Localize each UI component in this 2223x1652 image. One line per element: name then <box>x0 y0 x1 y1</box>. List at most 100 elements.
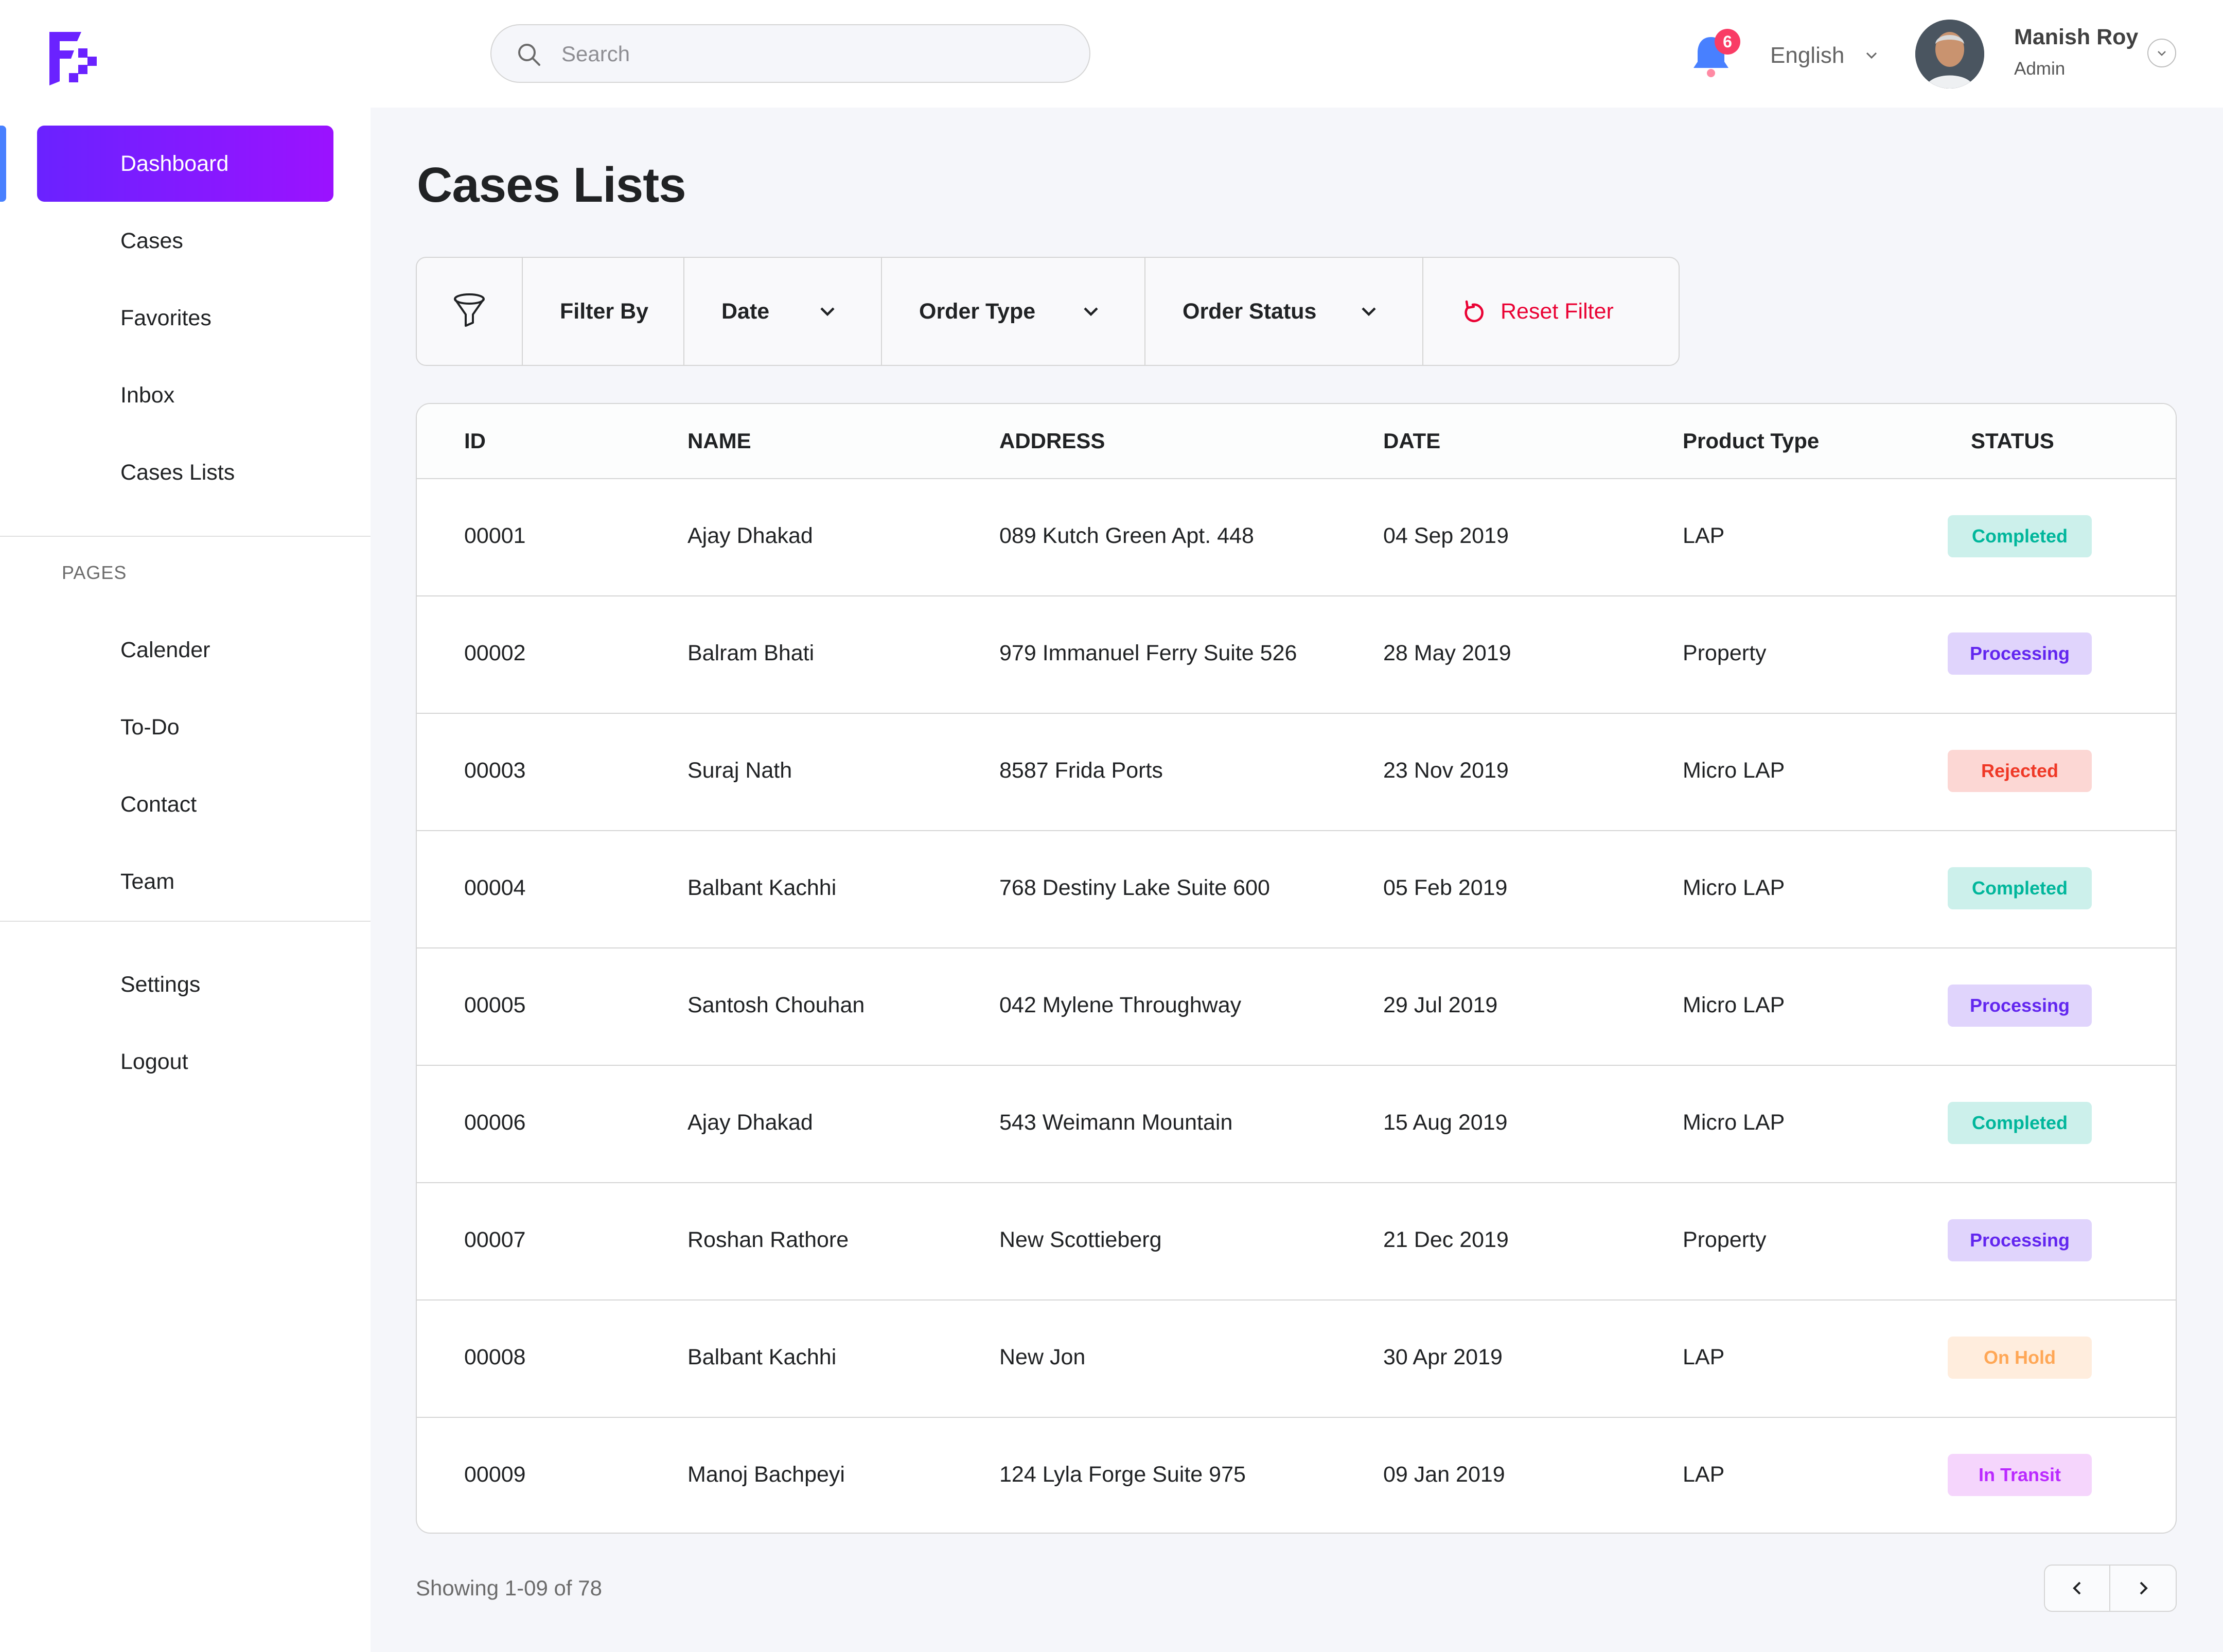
sidebar: Dashboard Cases Favorites Inbox Cases Li… <box>0 108 370 1652</box>
cell-address: 8587 Frida Ports <box>999 758 1163 783</box>
sidebar-item-settings[interactable]: Settings <box>37 946 333 1023</box>
cell-product-type: Micro LAP <box>1683 758 1785 783</box>
cell-address: 089 Kutch Green Apt. 448 <box>999 523 1254 548</box>
status-badge: Completed <box>1948 1102 2092 1144</box>
status-badge: Processing <box>1948 632 2092 675</box>
filter-by-label: Filter By <box>523 258 684 365</box>
pagination-summary: Showing 1-09 of 78 <box>416 1576 602 1600</box>
page-title: Cases Lists <box>417 157 686 213</box>
cell-id: 00009 <box>464 1462 526 1487</box>
table-row[interactable]: 00005 Santosh Chouhan 042 Mylene Throughwa… <box>417 948 2176 1066</box>
sidebar-item-dashboard[interactable]: Dashboard <box>37 126 333 202</box>
table-row[interactable]: 00001 Ajay Dhakad 089 Kutch Green Apt. 448… <box>417 479 2176 596</box>
cell-id: 00002 <box>464 641 526 665</box>
status-badge: Completed <box>1948 515 2092 557</box>
language-selector[interactable]: English <box>1770 41 1879 70</box>
filter-icon-cell <box>417 258 523 365</box>
cell-product-type: LAP <box>1683 1462 1725 1487</box>
order-status-dropdown[interactable]: Order Status <box>1145 258 1423 365</box>
top-bar: 6 English Manish Roy Admin <box>0 0 2223 108</box>
sidebar-item-cases[interactable]: Cases <box>37 203 333 279</box>
cell-name: Balram Bhati <box>687 641 815 665</box>
sidebar-divider <box>0 536 370 537</box>
table-row[interactable]: 00006 Ajay Dhakad 543 Weimann Mountain 15 A… <box>417 1066 2176 1183</box>
table-row[interactable]: 00003 Suraj Nath 8587 Frida Ports 23 Nov 20… <box>417 714 2176 831</box>
sidebar-item-inbox[interactable]: Inbox <box>37 357 333 433</box>
cell-address: 543 Weimann Mountain <box>999 1110 1233 1135</box>
cell-product-type: Micro LAP <box>1683 875 1785 900</box>
chevron-down-icon <box>2158 51 2166 56</box>
user-menu-button[interactable] <box>2147 39 2176 67</box>
cell-id: 00005 <box>464 993 526 1017</box>
status-badge: Completed <box>1948 867 2092 909</box>
cell-address: 979 Immanuel Ferry Suite 526 <box>999 641 1297 665</box>
table-row[interactable]: 00008 Balbant Kachhi New Jon 30 Apr 2019 LAP… <box>417 1300 2176 1418</box>
column-header-id[interactable]: ID <box>464 429 486 453</box>
sidebar-item-calender[interactable]: Calender <box>37 612 333 688</box>
pagination-controls <box>2044 1565 2177 1612</box>
cell-id: 00001 <box>464 523 526 548</box>
next-page-button[interactable] <box>2110 1566 2176 1611</box>
table-row[interactable]: 00004 Balbant Kachhi 768 Destiny Lake Suit… <box>417 831 2176 948</box>
column-header-date[interactable]: DATE <box>1383 429 1440 453</box>
chevron-down-icon <box>820 307 835 317</box>
sidebar-item-cases-lists[interactable]: Cases Lists <box>37 434 333 511</box>
column-header-status[interactable]: STATUS <box>1971 429 2054 453</box>
column-header-name[interactable]: NAME <box>687 429 751 453</box>
cell-product-type: LAP <box>1683 523 1725 548</box>
table-row[interactable]: 00007 Roshan Rathore New Scottieberg 21 Dec… <box>417 1183 2176 1300</box>
cell-address: 768 Destiny Lake Suite 600 <box>999 875 1270 900</box>
cell-date: 30 Apr 2019 <box>1383 1345 1503 1369</box>
cell-id: 00004 <box>464 875 526 900</box>
cell-id: 00003 <box>464 758 526 783</box>
cell-date: 15 Aug 2019 <box>1383 1110 1508 1135</box>
table-row[interactable]: 00009 Manoj Bachpeyi 124 Lyla Forge Suite … <box>417 1418 2176 1533</box>
column-header-product-type[interactable]: Product Type <box>1683 429 1819 453</box>
notification-badge: 6 <box>1715 29 1740 55</box>
cell-product-type: Property <box>1683 1227 1767 1252</box>
cell-product-type: LAP <box>1683 1345 1725 1369</box>
section-label-pages: PAGES <box>62 562 127 583</box>
date-filter-dropdown[interactable]: Date <box>684 258 882 365</box>
sidebar-item-todo[interactable]: To-Do <box>37 689 333 765</box>
sidebar-divider <box>0 921 370 922</box>
sidebar-item-contact[interactable]: Contact <box>37 766 333 842</box>
cell-name: Balbant Kachhi <box>687 875 837 900</box>
reset-icon <box>1465 300 1484 323</box>
column-header-address[interactable]: ADDRESS <box>999 429 1105 453</box>
user-name: Manish Roy <box>2014 25 2139 49</box>
cell-address: New Scottieberg <box>999 1227 1162 1252</box>
filter-icon <box>454 293 485 327</box>
avatar-image <box>1915 20 1984 89</box>
cell-name: Roshan Rathore <box>687 1227 849 1252</box>
chevron-right-icon <box>2140 1581 2148 1595</box>
order-type-dropdown[interactable]: Order Type <box>882 258 1145 365</box>
table-row[interactable]: 00002 Balram Bhati 979 Immanuel Ferry Suit… <box>417 596 2176 714</box>
status-badge: Processing <box>1948 1219 2092 1261</box>
previous-page-button[interactable] <box>2045 1566 2110 1611</box>
sidebar-item-team[interactable]: Team <box>37 843 333 920</box>
status-badge: In Transit <box>1948 1454 2092 1496</box>
chevron-down-icon <box>1866 52 1877 59</box>
cell-id: 00008 <box>464 1345 526 1369</box>
status-badge: Processing <box>1948 985 2092 1027</box>
cell-date: 23 Nov 2019 <box>1383 758 1509 783</box>
reset-filter-button[interactable]: Reset Filter <box>1423 258 1679 365</box>
reset-filter-label: Reset Filter <box>1501 298 1614 324</box>
sidebar-item-logout[interactable]: Logout <box>37 1024 333 1100</box>
search-icon <box>518 44 540 66</box>
cases-table: ID NAME ADDRESS DATE Product Type STATUS… <box>416 403 2177 1534</box>
avatar[interactable] <box>1915 20 1984 89</box>
status-badge: Rejected <box>1948 750 2092 792</box>
cell-product-type: Micro LAP <box>1683 993 1785 1017</box>
cell-date: 28 May 2019 <box>1383 641 1511 665</box>
cell-name: Ajay Dhakad <box>687 523 813 548</box>
search-input[interactable] <box>561 36 1055 73</box>
cell-name: Suraj Nath <box>687 758 792 783</box>
sidebar-item-favorites[interactable]: Favorites <box>37 280 333 356</box>
cell-id: 00007 <box>464 1227 526 1252</box>
search-bar <box>490 24 1090 83</box>
filter-bar: Filter By Date Order Type Order Status R… <box>416 257 1680 366</box>
cell-name: Santosh Chouhan <box>687 993 865 1017</box>
logo-icon[interactable] <box>44 28 101 85</box>
